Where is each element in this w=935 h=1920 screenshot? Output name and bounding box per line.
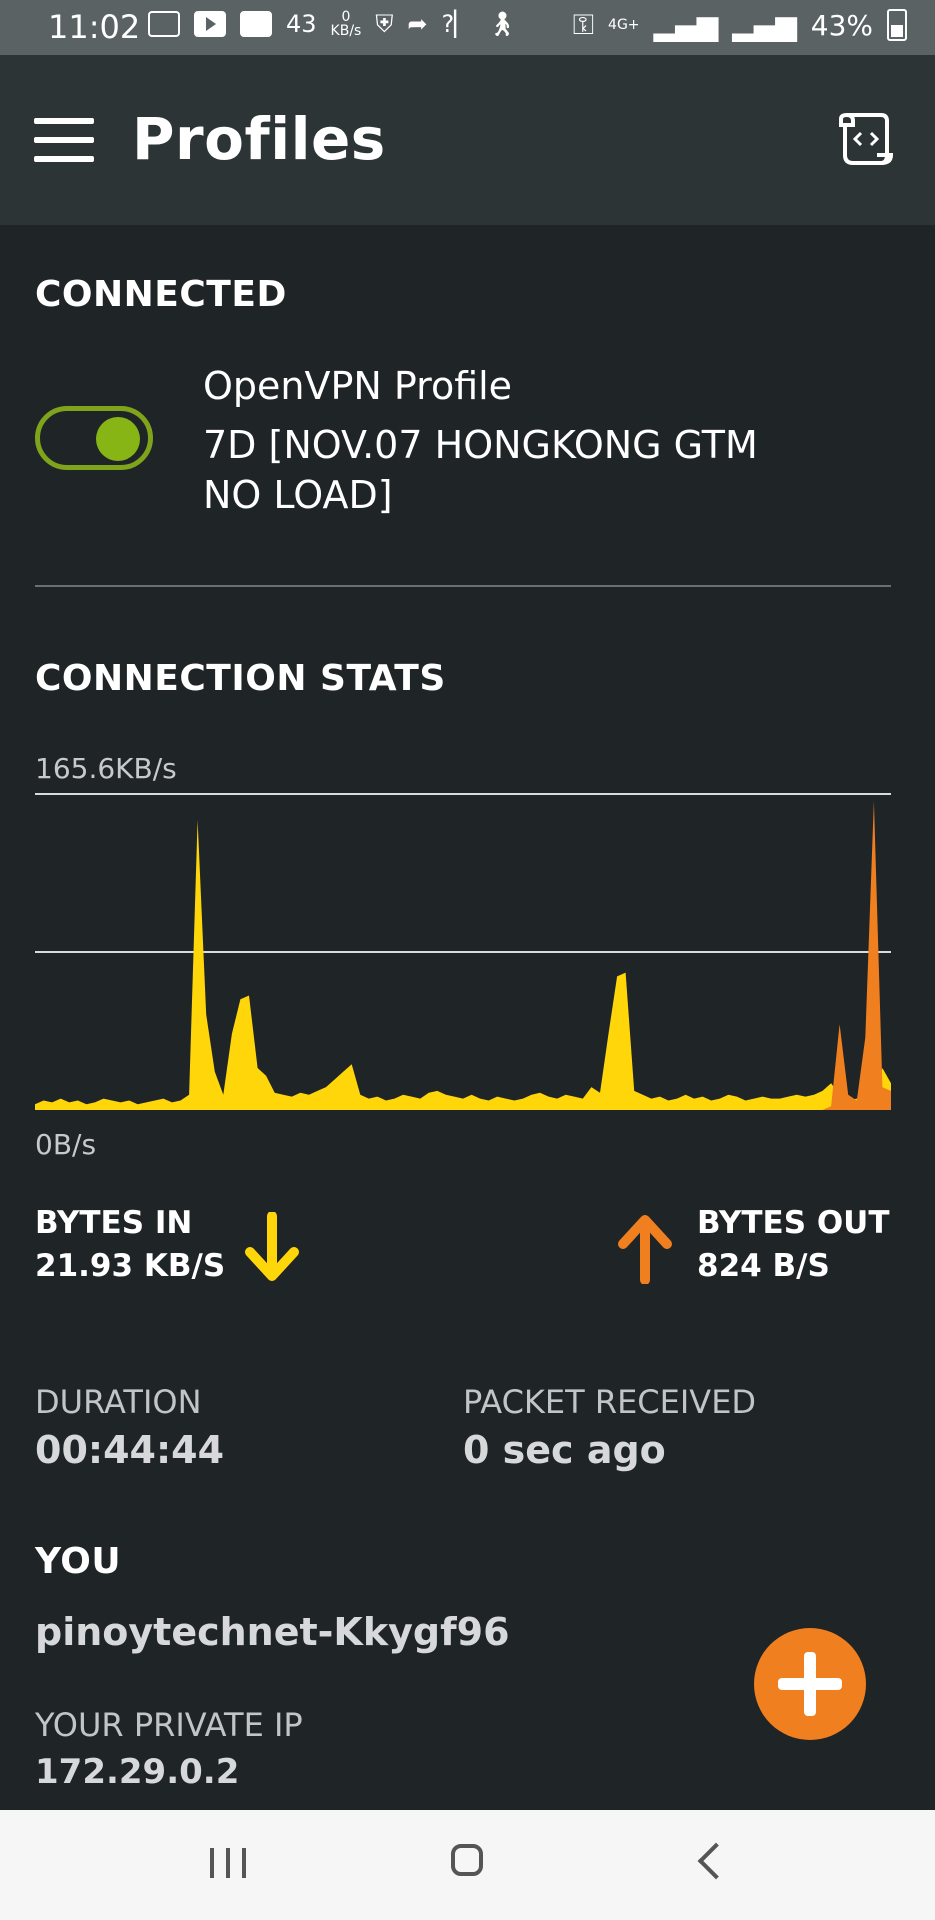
profile-description[interactable]: 7D [NOV.07 HONGKONG GTM NO LOAD] <box>203 420 823 520</box>
arrow-up-icon <box>618 1215 672 1284</box>
battery-icon <box>887 9 907 41</box>
toggle-knob <box>96 417 140 461</box>
private-ip-value: 172.29.0.2 <box>35 1752 240 1792</box>
chart-max-label: 165.6KB/s <box>35 752 177 785</box>
arrow-down-icon <box>245 1212 299 1281</box>
chart-series-bytes-in <box>35 820 891 1110</box>
status-time: 11:02 <box>48 8 141 46</box>
signal-unknown-icon: ?▏ <box>441 10 473 38</box>
connected-heading: CONNECTED <box>35 274 287 315</box>
hamburger-icon[interactable] <box>34 118 94 162</box>
system-icons: ⚿ 4G+ ▂▄▆ ▂▄▆ 43% <box>573 8 907 42</box>
bytes-out-value: 824 B/S <box>697 1248 830 1284</box>
network-count: 43 <box>286 10 317 38</box>
bytes-in-value: 21.93 KB/S <box>35 1248 226 1284</box>
speed-indicator: 0 KB/s <box>331 10 362 38</box>
connection-stats-heading: CONNECTION STATS <box>35 658 446 699</box>
battery-percent: 43% <box>810 8 873 42</box>
app-bar: Profiles <box>0 55 935 225</box>
status-bar: 11:02 43 0 KB/s ⛨ ➦ ?▏ 🚶︎ ⚿ 4G+ ▂▄▆ ▂▄▆ … <box>0 0 935 55</box>
profile-name[interactable]: OpenVPN Profile <box>203 364 512 408</box>
home-icon[interactable] <box>451 1844 483 1876</box>
share-arrow-icon: ➦ <box>407 10 428 38</box>
divider <box>35 585 891 587</box>
network-type: 4G+ <box>608 17 640 33</box>
bytes-in-label: BYTES IN <box>35 1205 193 1241</box>
duration-value: 00:44:44 <box>35 1428 225 1472</box>
back-icon[interactable] <box>697 1842 735 1880</box>
vpn-key-icon: ⚿ <box>572 8 595 41</box>
packet-received-value: 0 sec ago <box>463 1428 666 1472</box>
chart-series-bytes-out <box>35 800 891 1110</box>
signal-strength-icon-2: ▂▄▆ <box>732 8 797 42</box>
log-file-icon[interactable] <box>837 111 895 167</box>
add-profile-button[interactable] <box>754 1628 866 1740</box>
traffic-chart <box>35 793 891 1110</box>
bytes-out-label: BYTES OUT <box>697 1205 890 1241</box>
vpn-toggle[interactable] <box>35 406 153 470</box>
shield-icon: ⛨ <box>375 10 394 38</box>
notification-icons: 43 0 KB/s ⛨ ➦ ?▏ 🚶︎ <box>148 10 517 38</box>
private-ip-label: YOUR PRIVATE IP <box>35 1706 303 1744</box>
signal-strength-icon: ▂▄▆ <box>653 8 719 42</box>
you-heading: YOU <box>35 1541 122 1582</box>
accessibility-icon: 🚶︎ <box>486 10 518 38</box>
sim-icon <box>148 11 180 37</box>
page-title: Profiles <box>132 105 386 173</box>
speed-unit: KB/s <box>330 23 362 39</box>
username: pinoytechnet-Kkygf96 <box>35 1610 510 1654</box>
youtube-icon <box>194 11 226 37</box>
navigation-bar <box>0 1810 935 1920</box>
chart-min-label: 0B/s <box>35 1128 97 1161</box>
recents-icon[interactable] <box>210 1848 246 1878</box>
duration-label: DURATION <box>35 1383 202 1421</box>
viber-icon <box>240 11 272 37</box>
packet-received-label: PACKET RECEIVED <box>463 1383 757 1421</box>
